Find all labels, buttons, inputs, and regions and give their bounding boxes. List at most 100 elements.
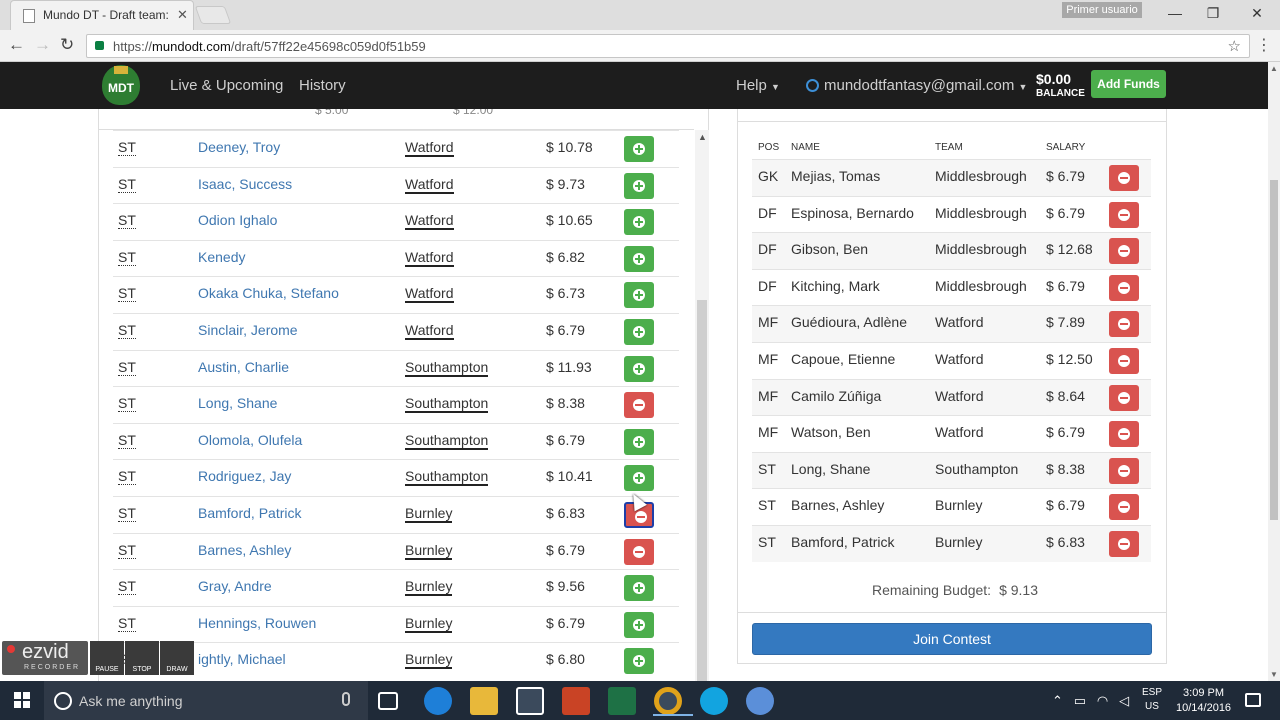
player-team-link[interactable]: Watford	[405, 176, 454, 194]
browser-tab[interactable]: Mundo DT - Draft team: ✕	[10, 0, 194, 30]
pause-button[interactable]: PAUSE	[90, 641, 124, 675]
file-explorer-icon[interactable]	[470, 687, 498, 715]
remove-player-button[interactable]	[1109, 348, 1139, 374]
player-name-link[interactable]: Barnes, Ashley	[198, 542, 291, 558]
scroll-up-icon[interactable]: ▲	[1270, 64, 1278, 73]
player-team-link[interactable]: Southampton	[405, 395, 489, 414]
player-team-link[interactable]: Burnley	[405, 578, 453, 597]
remove-player-button[interactable]	[1109, 311, 1139, 338]
remove-player-button[interactable]	[1109, 201, 1139, 228]
player-name-link[interactable]: Rodriguez, Jay	[198, 468, 291, 484]
cortana-search-box[interactable]: Ask me anything	[44, 681, 368, 720]
player-name-link[interactable]: Austin, Charlie	[198, 359, 289, 375]
player-name-link[interactable]: Long, Shane	[198, 395, 277, 411]
remove-player-button[interactable]	[624, 392, 654, 419]
minimize-icon[interactable]: —	[1160, 2, 1190, 24]
page-scrollbar[interactable]: ▲ ▼	[1268, 62, 1280, 681]
close-window-icon[interactable]: ✕	[1242, 2, 1272, 24]
add-player-button[interactable]	[624, 428, 654, 455]
scroll-up-icon[interactable]: ▲	[698, 132, 707, 142]
chrome-canary-icon[interactable]	[746, 687, 774, 715]
wifi-icon[interactable]: ◠	[1097, 693, 1108, 708]
add-player-button[interactable]	[624, 136, 654, 162]
chrome-user-badge[interactable]: Primer usuario	[1062, 2, 1142, 18]
mdt-logo[interactable]: MDT	[102, 65, 140, 105]
join-contest-button[interactable]: Join Contest	[752, 623, 1152, 655]
new-tab-button[interactable]	[194, 6, 232, 24]
player-name-link[interactable]: Odion Ighalo	[198, 212, 277, 228]
add-player-button[interactable]	[624, 209, 654, 236]
player-name-link[interactable]: Olomola, Olufela	[198, 432, 302, 448]
player-name-link[interactable]: Bamford, Patrick	[198, 505, 301, 521]
scrollbar-thumb[interactable]	[697, 300, 707, 681]
player-name-link[interactable]: Deeney, Troy	[198, 139, 280, 155]
account-dropdown[interactable]: mundodtfantasy@gmail.com ▼	[806, 77, 1027, 94]
add-player-button[interactable]	[624, 648, 654, 675]
player-team-link[interactable]: Southampton	[405, 432, 489, 450]
player-team-link[interactable]: Watford	[405, 322, 454, 340]
chrome-icon[interactable]	[653, 687, 693, 716]
back-arrow-icon[interactable]: ←	[8, 35, 25, 55]
player-name-link[interactable]: Isaac, Success	[198, 176, 292, 192]
chevron-up-icon[interactable]: ⌃	[1052, 693, 1063, 708]
task-view-icon[interactable]	[378, 692, 398, 710]
action-center-icon[interactable]	[1245, 693, 1261, 707]
skype-icon[interactable]	[700, 687, 728, 715]
tab-close-icon[interactable]: ✕	[177, 7, 188, 23]
edge-browser-icon[interactable]	[424, 687, 452, 715]
remove-player-button[interactable]	[1109, 421, 1139, 448]
remove-player-button[interactable]	[1109, 238, 1139, 265]
player-team-link[interactable]: Burnley	[405, 542, 453, 560]
remove-player-button[interactable]	[624, 538, 654, 565]
add-player-button[interactable]	[624, 355, 654, 382]
microphone-icon[interactable]	[342, 692, 350, 706]
remove-player-button[interactable]	[1109, 165, 1139, 191]
help-dropdown[interactable]: Help ▼	[736, 77, 780, 94]
add-player-button[interactable]	[624, 319, 654, 345]
draw-button[interactable]: DRAW	[160, 641, 194, 675]
taskbar-clock[interactable]: 3:09 PM 10/14/2016	[1176, 686, 1231, 716]
player-team-link[interactable]: Watford	[405, 212, 454, 231]
player-name-link[interactable]: ightly, Michael	[198, 651, 286, 667]
player-list-scrollbar[interactable]: ▲	[695, 130, 709, 681]
player-team-link[interactable]: Watford	[405, 249, 454, 267]
chrome-menu-icon[interactable]: ⋮	[1256, 35, 1272, 55]
add-player-button[interactable]	[624, 611, 654, 638]
add-player-button[interactable]	[624, 172, 654, 199]
scrollbar-thumb[interactable]	[1270, 180, 1278, 520]
remove-player-button[interactable]	[1109, 274, 1139, 301]
forward-arrow-icon[interactable]: →	[34, 35, 51, 55]
stop-button[interactable]: STOP	[125, 641, 159, 675]
bookmark-star-icon[interactable]: ☆	[1228, 37, 1241, 55]
add-player-button[interactable]	[624, 465, 654, 492]
store-icon[interactable]	[516, 687, 544, 715]
windows-start-icon[interactable]	[14, 692, 30, 708]
player-team-link[interactable]: Burnley	[405, 615, 453, 633]
player-team-link[interactable]: Burnley	[405, 651, 453, 670]
address-bar[interactable]: https://mundodt.com/draft/57ff22e45698c0…	[86, 34, 1250, 58]
nav-live-upcoming[interactable]: Live & Upcoming	[170, 77, 283, 94]
system-tray[interactable]: ⌃ ▭ ◠ ◁	[1052, 693, 1129, 709]
player-name-link[interactable]: Gray, Andre	[198, 578, 272, 594]
excel-icon[interactable]	[608, 687, 636, 715]
remove-player-button[interactable]	[1109, 384, 1139, 411]
powerpoint-icon[interactable]	[562, 687, 590, 715]
input-language[interactable]: ESP US	[1142, 686, 1162, 714]
player-name-link[interactable]: Okaka Chuka, Stefano	[198, 285, 339, 301]
player-team-link[interactable]: Watford	[405, 285, 454, 304]
add-player-button[interactable]	[624, 575, 654, 602]
player-team-link[interactable]: Watford	[405, 139, 454, 157]
add-funds-button[interactable]: Add Funds	[1091, 70, 1166, 98]
player-name-link[interactable]: Hennings, Rouwen	[198, 615, 316, 631]
volume-icon[interactable]: ◁	[1119, 693, 1129, 708]
remove-player-button[interactable]	[1109, 531, 1139, 557]
add-player-button[interactable]	[624, 282, 654, 309]
battery-icon[interactable]: ▭	[1074, 693, 1086, 708]
restore-icon[interactable]: ❐	[1198, 2, 1228, 24]
remove-player-button[interactable]	[1109, 457, 1139, 484]
player-team-link[interactable]: Southampton	[405, 468, 489, 487]
player-team-link[interactable]: Burnley	[405, 505, 453, 523]
remove-player-button[interactable]	[1109, 494, 1139, 521]
player-name-link[interactable]: Kenedy	[198, 249, 245, 265]
player-name-link[interactable]: Sinclair, Jerome	[198, 322, 298, 338]
